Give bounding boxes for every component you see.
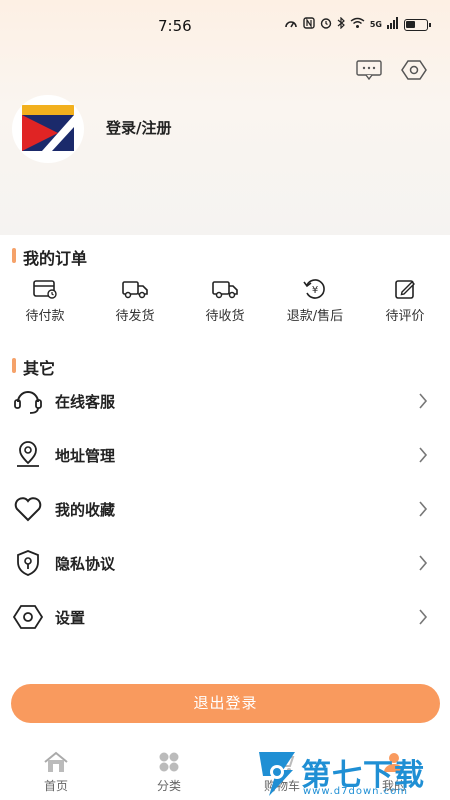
- logout-button[interactable]: 退出登录: [11, 684, 440, 723]
- hexagon-settings-icon[interactable]: [400, 58, 428, 82]
- menu-my-favorites[interactable]: 我的收藏: [0, 482, 450, 536]
- menu-address-management-label: 地址管理: [55, 447, 116, 465]
- speed-icon: [284, 17, 298, 32]
- chevron-right-icon: [419, 447, 428, 463]
- login-register-link[interactable]: 登录/注册: [106, 117, 171, 138]
- order-pending-shipment[interactable]: 待发货: [90, 278, 180, 324]
- menu-privacy-policy[interactable]: 隐私协议: [0, 536, 450, 590]
- order-pending-review-label: 待评价: [385, 309, 425, 324]
- menu-privacy-policy-label: 隐私协议: [55, 555, 116, 573]
- tab-category[interactable]: 分类: [139, 751, 199, 794]
- chevron-right-icon: [419, 393, 428, 409]
- alarm-icon: [320, 17, 332, 32]
- chevron-right-icon: [419, 501, 428, 517]
- menu-settings-label: 设置: [55, 609, 86, 627]
- order-pending-receipt[interactable]: 待收货: [180, 278, 270, 324]
- orders-row: 待付款 待发货 待收货 ¥ 退款/售后 待评价: [0, 278, 450, 328]
- orders-section-title: 我的订单: [12, 245, 87, 269]
- edit-icon: [395, 280, 415, 299]
- location-icon: [17, 441, 39, 467]
- watermark: 第七下载站 www.d7down.com: [255, 748, 450, 800]
- menu-online-service[interactable]: 在线客服: [0, 374, 450, 428]
- menu-address-management[interactable]: 地址管理: [0, 428, 450, 482]
- status-icons: 5G: [284, 16, 431, 32]
- menu-online-service-label: 在线客服: [55, 393, 116, 411]
- chevron-right-icon: [419, 555, 428, 571]
- tab-home[interactable]: 首页: [26, 751, 86, 794]
- watermark-logo-icon: [259, 752, 295, 796]
- bluetooth-icon: [337, 16, 345, 32]
- menu-my-favorites-label: 我的收藏: [55, 501, 116, 519]
- order-refund-aftersale[interactable]: ¥ 退款/售后: [270, 278, 360, 324]
- watermark-url: www.d7down.com: [303, 786, 409, 797]
- wallet-icon: [33, 280, 57, 299]
- chevron-right-icon: [419, 609, 428, 625]
- signal-icon: [387, 17, 399, 32]
- app-logo[interactable]: [12, 95, 84, 163]
- order-refund-aftersale-label: 退款/售后: [286, 309, 344, 324]
- order-pending-receipt-label: 待收货: [205, 309, 245, 324]
- order-pending-payment-label: 待付款: [25, 309, 65, 324]
- battery-icon: [404, 18, 431, 31]
- category-icon: [159, 752, 179, 772]
- hexagon-settings-icon: [13, 605, 43, 629]
- refund-icon: ¥: [303, 279, 325, 299]
- headset-icon: [14, 391, 42, 414]
- message-icon[interactable]: [355, 58, 383, 82]
- status-time: 7:56: [158, 17, 192, 35]
- shield-lock-icon: [17, 550, 39, 576]
- svg-text:¥: ¥: [312, 285, 318, 296]
- heart-icon: [14, 497, 42, 522]
- network-label: 5G: [369, 20, 382, 29]
- order-pending-payment[interactable]: 待付款: [0, 278, 90, 324]
- status-bar: 7:56 5G: [0, 0, 450, 52]
- home-icon: [44, 751, 68, 772]
- order-pending-review[interactable]: 待评价: [360, 278, 450, 324]
- menu-settings[interactable]: 设置: [0, 590, 450, 644]
- nfc-icon: [303, 17, 315, 32]
- tab-category-label: 分类: [156, 779, 181, 793]
- delivery-truck-icon: [212, 281, 238, 299]
- tab-home-label: 首页: [43, 779, 68, 793]
- wifi-icon: [350, 17, 365, 32]
- order-pending-shipment-label: 待发货: [115, 309, 155, 324]
- truck-icon: [122, 281, 148, 299]
